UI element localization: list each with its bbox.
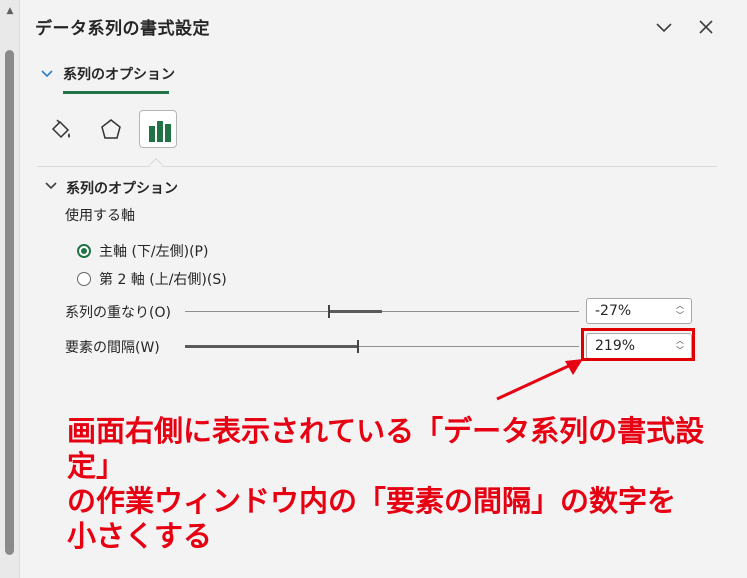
effects-tab[interactable] <box>91 110 129 148</box>
annotation-line: 小さくする <box>67 519 213 553</box>
divider-notch <box>148 157 164 173</box>
overlap-value: -27% <box>595 303 632 319</box>
chevron-down-icon[interactable] <box>653 17 675 39</box>
tab-label: 系列のオプション <box>63 67 175 83</box>
effects-icon <box>101 119 121 139</box>
close-icon[interactable] <box>695 17 717 39</box>
section-label: 系列のオプション <box>66 181 178 197</box>
scroll-thumb[interactable] <box>5 50 14 555</box>
chevron-down-icon <box>41 67 53 82</box>
gap-width-slider-fill <box>185 345 358 348</box>
annotation-callout: 画面右側に表示されている「データ系列の書式設定」 の作業ウィンドウ内の「要素の間… <box>67 414 747 554</box>
gap-width-slider-thumb[interactable] <box>357 340 359 353</box>
overlap-slider-thumb[interactable] <box>328 305 330 318</box>
section-divider <box>37 166 717 167</box>
arrow-icon <box>496 359 583 401</box>
gap-width-label: 要素の間隔(W) <box>65 340 160 356</box>
scroll-up-icon[interactable]: ▲ <box>4 6 16 16</box>
gap-width-slider[interactable] <box>185 340 579 353</box>
annotation-line: 画面右側に表示されている「データ系列の書式設定」 <box>67 414 705 483</box>
radio-label: 第 2 軸 (上/右側)(S) <box>99 272 227 288</box>
overlap-slider-fill <box>329 310 382 313</box>
overlap-label: 系列の重なり(O) <box>65 305 171 321</box>
series-options-tab[interactable] <box>139 110 177 148</box>
scrollbar[interactable]: ▲ <box>0 0 20 578</box>
series-options-icon <box>149 121 171 142</box>
highlight-box <box>581 328 695 361</box>
radio-button[interactable] <box>77 272 91 286</box>
chevron-down-icon <box>45 179 57 194</box>
overlap-spinbox[interactable]: -27% ︿ ﹀ <box>586 298 692 324</box>
fill-line-icon <box>51 119 70 139</box>
radio-label: 主軸 (下/左側)(P) <box>99 244 209 260</box>
spin-down-icon[interactable]: ﹀ <box>676 312 684 320</box>
format-data-series-pane: データ系列の書式設定 系列のオプション 系列のオプション 使用する軸 主軸 (下… <box>21 0 747 578</box>
overlap-slider[interactable] <box>185 305 579 318</box>
spin-up-icon[interactable]: ︿ <box>676 302 684 310</box>
pane-title: データ系列の書式設定 <box>35 19 210 39</box>
radio-button[interactable] <box>77 244 91 258</box>
axis-label: 使用する軸 <box>65 208 135 224</box>
active-tab-underline <box>63 91 169 94</box>
fill-line-tab[interactable] <box>41 110 79 148</box>
annotation-line: の作業ウィンドウ内の「要素の間隔」の数字を <box>67 484 677 518</box>
